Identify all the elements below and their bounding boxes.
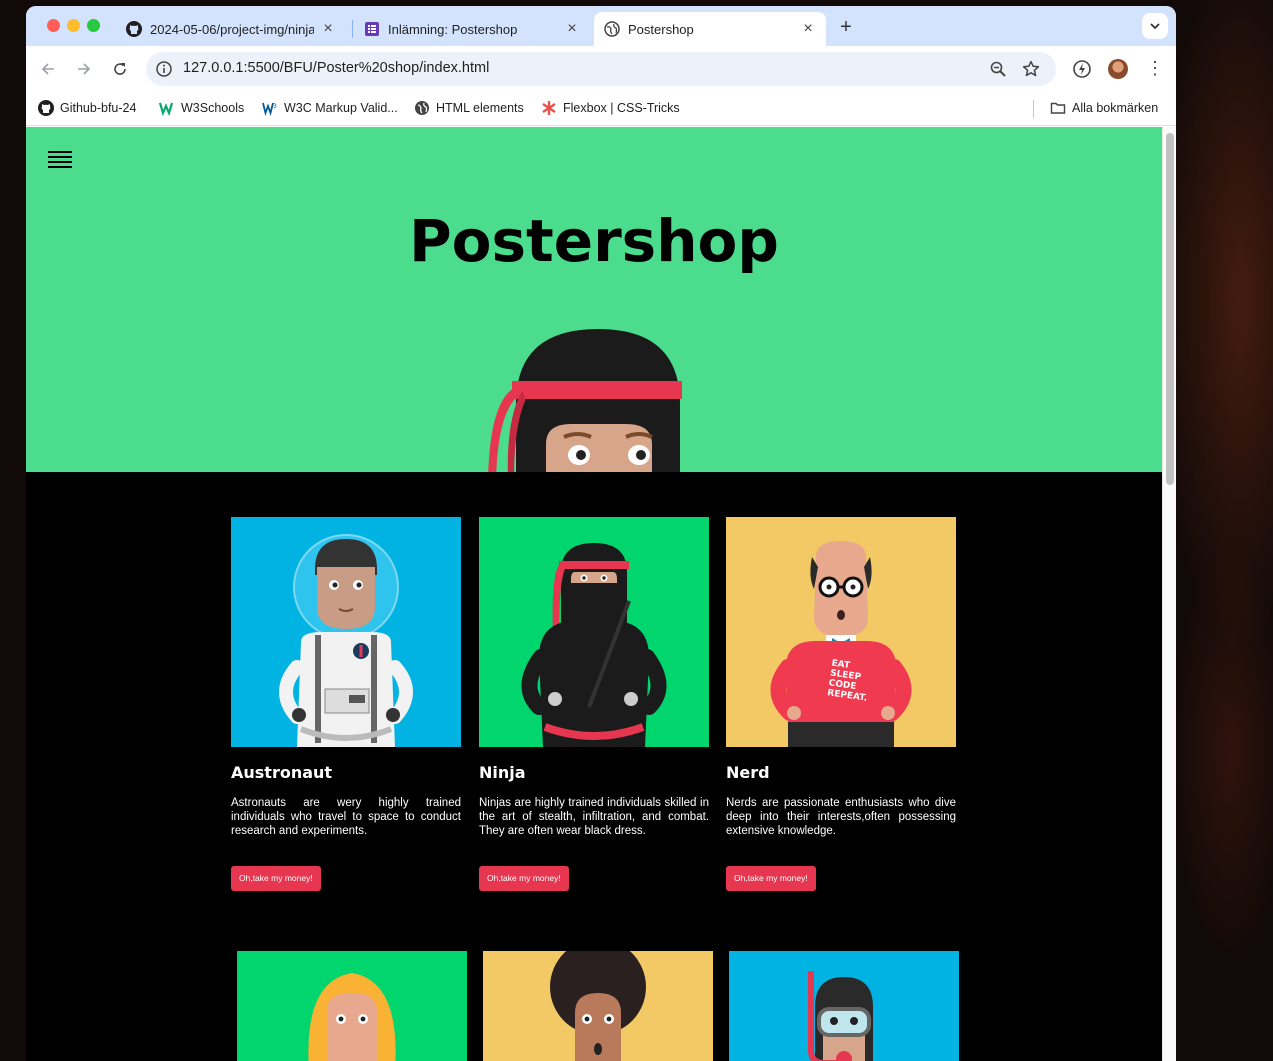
chevron-down-icon	[1150, 23, 1160, 30]
tab-close-icon[interactable]: ×	[564, 20, 580, 38]
github-icon	[126, 21, 142, 37]
reload-icon	[114, 63, 126, 75]
browser-window: 2024-05-06/project-img/ninja × Inlämning…	[26, 6, 1176, 1061]
tab-title: 2024-05-06/project-img/ninja	[150, 21, 314, 37]
address-bar[interactable]: 127.0.0.1:5500/BFU/Poster%20shop/index.h…	[146, 52, 1056, 86]
reload-button[interactable]	[108, 57, 132, 81]
bookmarks-separator	[1033, 100, 1034, 118]
performance-icon[interactable]	[1071, 58, 1093, 80]
hamburger-menu-icon[interactable]	[48, 151, 72, 169]
profile-avatar[interactable]	[1108, 59, 1128, 79]
product-card-blonde	[237, 951, 467, 1061]
product-card-ninja: Ninja Ninjas are highly trained individu…	[479, 517, 709, 891]
afro-poster-image[interactable]	[483, 951, 713, 1061]
tab-postershop[interactable]: Postershop ×	[594, 12, 826, 46]
bookmark-css-tricks[interactable]: Flexbox | CSS-Tricks	[541, 100, 680, 116]
diver-poster-image[interactable]	[729, 951, 959, 1061]
ninja-poster-image[interactable]	[479, 517, 709, 747]
bookmark-label: Flexbox | CSS-Tricks	[563, 101, 680, 115]
arrow-left-icon	[41, 63, 54, 75]
product-name: Ninja	[479, 763, 526, 782]
product-description: Astronauts are wery highly trained indiv…	[231, 797, 461, 837]
product-card-diver	[729, 951, 959, 1061]
w3c-icon: 3	[262, 102, 277, 116]
site-info-icon[interactable]	[155, 60, 173, 78]
back-button[interactable]	[36, 57, 60, 81]
w3schools-icon	[159, 102, 174, 116]
github-icon	[38, 100, 54, 116]
product-description: Ninjas are highly trained individuals sk…	[479, 797, 709, 837]
browser-menu-button[interactable]: ⋮	[1146, 57, 1164, 81]
buy-button[interactable]: Oh,take my money!	[726, 866, 816, 891]
tab-strip: 2024-05-06/project-img/ninja × Inlämning…	[26, 6, 1176, 46]
tab-inlamning[interactable]: Inlämning: Postershop ×	[354, 12, 590, 46]
page-title: Postershop	[409, 207, 779, 275]
tab-title: Postershop	[628, 21, 694, 37]
url-text: 127.0.0.1:5500/BFU/Poster%20shop/index.h…	[183, 60, 490, 76]
browser-toolbar: 127.0.0.1:5500/BFU/Poster%20shop/index.h…	[26, 46, 1176, 92]
bookmark-label: W3C Markup Valid...	[284, 101, 398, 115]
bookmark-html-elements[interactable]: HTML elements	[414, 100, 524, 116]
hero-section: Postershop	[26, 127, 1162, 472]
css-tricks-icon	[542, 101, 556, 115]
tab-github[interactable]: 2024-05-06/project-img/ninja ×	[116, 12, 346, 46]
nerd-poster-image[interactable]: EAT SLEEP CODE REPEAT.	[726, 517, 956, 747]
vertical-scrollbar[interactable]	[1162, 127, 1176, 1061]
forward-button[interactable]	[72, 57, 96, 81]
scrollbar-thumb[interactable]	[1166, 133, 1174, 485]
astronaut-poster-image[interactable]	[231, 517, 461, 747]
product-name: Austronaut	[231, 763, 333, 782]
product-card-nerd: EAT SLEEP CODE REPEAT. Nerd Nerds are pa…	[726, 517, 956, 891]
product-description: Nerds are passionate enthusiasts who div…	[726, 797, 956, 837]
bookmarks-bar: Github-bfu-24 W3Schools 3 W3C Markup Val…	[26, 92, 1176, 126]
bookmark-w3c[interactable]: 3 W3C Markup Valid...	[262, 100, 398, 116]
bookmark-label: Github-bfu-24	[60, 101, 137, 115]
bookmark-github[interactable]: Github-bfu-24	[38, 100, 136, 116]
bookmark-label: W3Schools	[181, 101, 245, 115]
forms-icon	[365, 22, 379, 36]
svg-text:3: 3	[273, 103, 277, 110]
folder-icon	[1050, 102, 1066, 114]
zoom-icon[interactable]	[989, 60, 1007, 78]
new-tab-button[interactable]: +	[834, 16, 858, 40]
bookmark-label: HTML elements	[436, 101, 524, 115]
window-minimize-button[interactable]	[67, 19, 80, 32]
hero-ninja-illustration	[488, 329, 682, 472]
buy-button[interactable]: Oh,take my money!	[479, 866, 569, 891]
buy-button[interactable]: Oh,take my money!	[231, 866, 321, 891]
bookmark-star-icon[interactable]	[1022, 60, 1040, 78]
tab-separator	[352, 20, 353, 38]
bookmark-w3schools[interactable]: W3Schools	[159, 100, 244, 116]
globe-icon	[415, 101, 429, 115]
tab-close-icon[interactable]: ×	[800, 20, 816, 38]
all-bookmarks-button[interactable]: Alla bokmärken	[1050, 100, 1158, 116]
window-maximize-button[interactable]	[87, 19, 100, 32]
tab-search-button[interactable]	[1142, 13, 1168, 39]
product-card-astronaut: Austronaut Astronauts are wery highly tr…	[231, 517, 461, 891]
arrow-right-icon	[78, 63, 91, 75]
blonde-poster-image[interactable]	[237, 951, 467, 1061]
tab-close-icon[interactable]: ×	[320, 20, 336, 38]
product-card-afro	[483, 951, 713, 1061]
globe-icon	[604, 21, 620, 37]
tab-title: Inlämning: Postershop	[388, 21, 518, 37]
window-close-button[interactable]	[47, 19, 60, 32]
bookmark-label: Alla bokmärken	[1072, 101, 1159, 115]
page-viewport: Postershop Austronaut Astronauts are wer…	[26, 127, 1176, 1061]
product-name: Nerd	[726, 763, 770, 782]
